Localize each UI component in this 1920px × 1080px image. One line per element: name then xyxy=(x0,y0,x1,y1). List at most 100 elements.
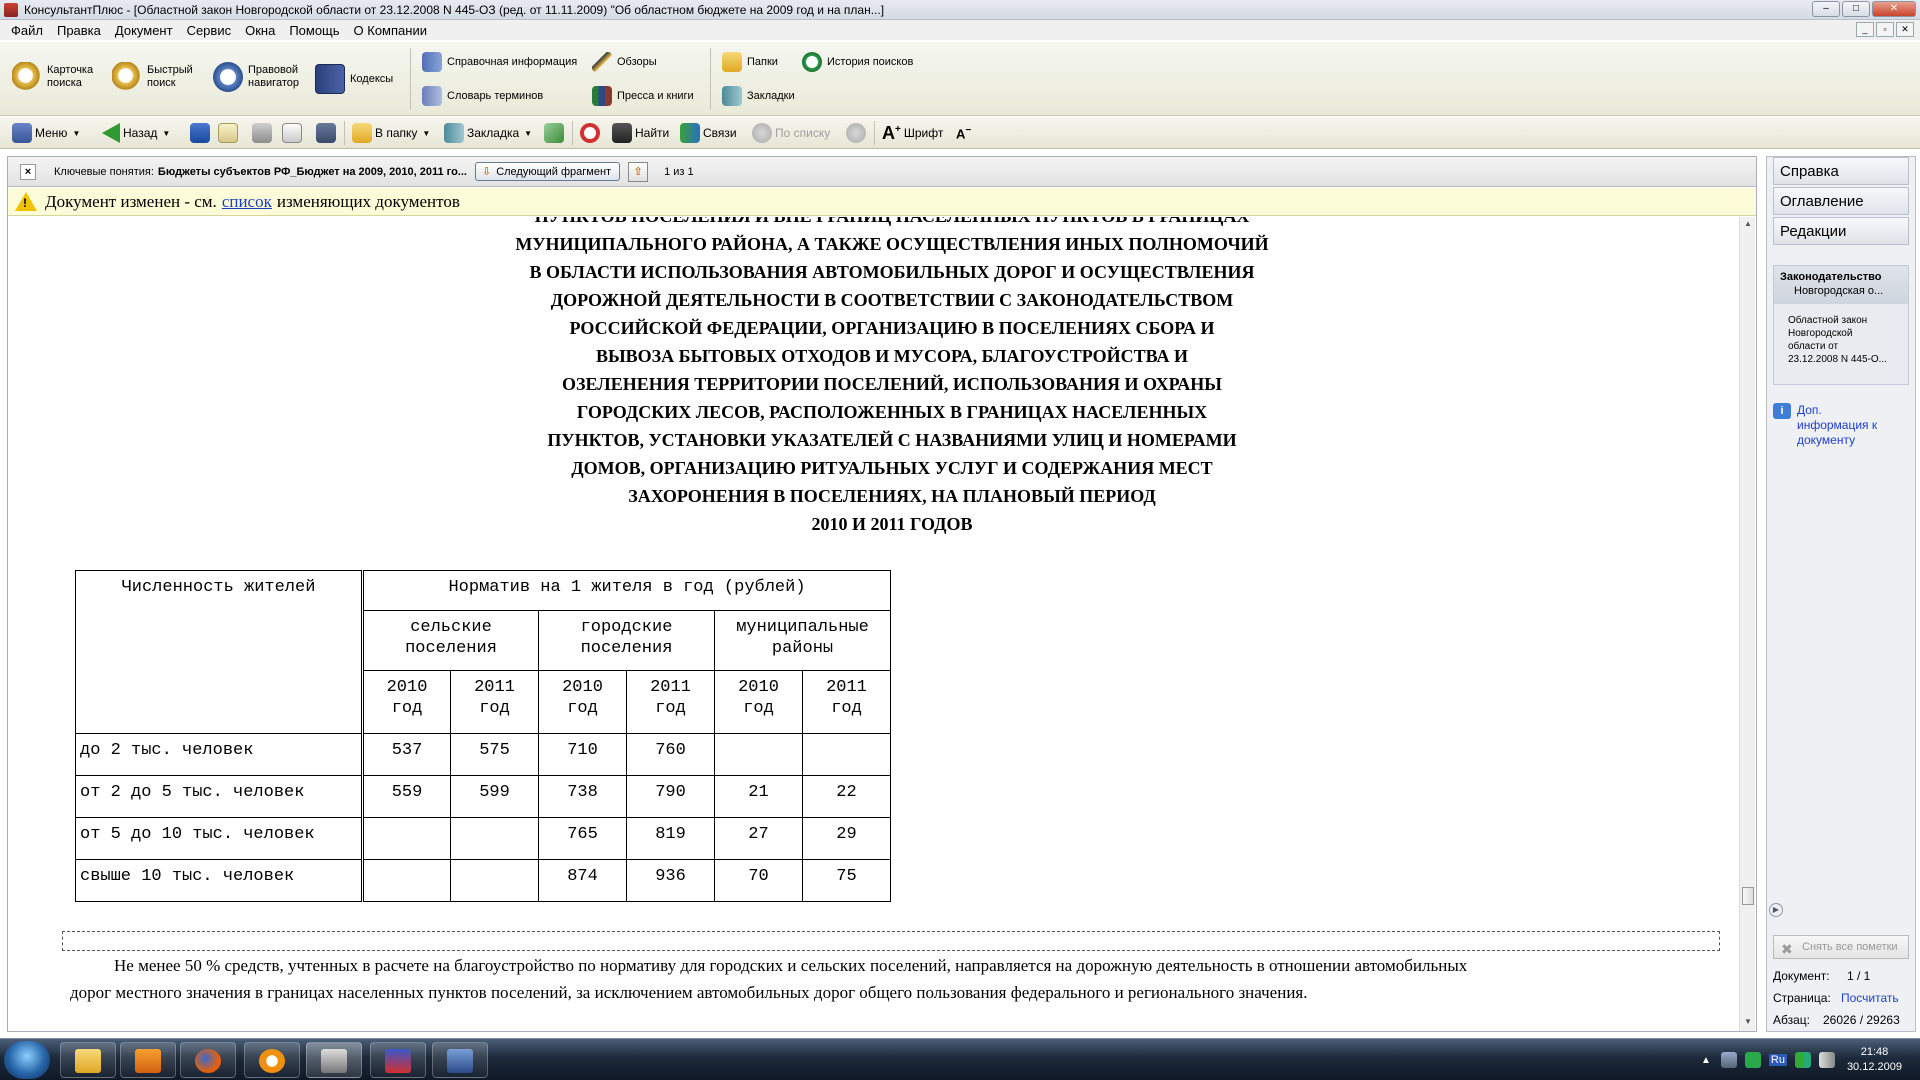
tab-editions[interactable]: Редакции xyxy=(1773,217,1909,245)
table-cell-value xyxy=(362,817,451,860)
previous-fragment-button[interactable]: ⇧ xyxy=(628,161,649,182)
font-increase-button[interactable]: A+ Шрифт xyxy=(882,122,943,144)
folders-button[interactable]: Папки xyxy=(722,52,778,72)
legal-navigator-button[interactable]: Правовой навигатор xyxy=(213,62,299,92)
table-header-rural: сельские поселения xyxy=(362,610,539,671)
reference-info-button[interactable]: Справочная информация xyxy=(422,52,577,72)
menu-document[interactable]: Документ xyxy=(108,23,180,38)
printer-icon xyxy=(252,123,272,143)
keywords-label: Ключевые понятия: xyxy=(54,165,154,178)
connection-arrows-icon[interactable] xyxy=(1794,1052,1811,1068)
links-button[interactable]: Связи xyxy=(680,122,737,144)
document-counter: Документ: 1 / 1 xyxy=(1773,969,1871,983)
minimize-button[interactable]: – xyxy=(1812,1,1840,17)
additional-info-link[interactable]: i Доп. информация к документу xyxy=(1773,403,1877,448)
taskbar-media-player[interactable] xyxy=(120,1042,176,1078)
info-bank-card[interactable]: Законодательство Новгородская о... Облас… xyxy=(1773,265,1909,385)
doc-minimize-button[interactable]: _ xyxy=(1856,22,1874,37)
info-bank-region: Новгородская о... xyxy=(1794,285,1884,297)
heading-line: ОЗЕЛЕНЕНИЯ ТЕРРИТОРИИ ПОСЕЛЕНИЙ, ИСПОЛЬЗ… xyxy=(562,374,1222,394)
font-decrease-button[interactable]: A− xyxy=(956,122,971,144)
list-up-button[interactable] xyxy=(846,122,866,144)
preview-button[interactable] xyxy=(282,122,302,144)
table-cell-value: 765 xyxy=(538,817,627,860)
main-toolbar: Карточка поиска Быстрый поиск Правовой н… xyxy=(0,42,1920,116)
menu-file[interactable]: Файл xyxy=(4,23,50,38)
menu-windows[interactable]: Окна xyxy=(238,23,282,38)
doc-close-button[interactable]: ✕ xyxy=(1896,22,1914,37)
window-title-bar[interactable]: КонсультантПлюс - [Областной закон Новго… xyxy=(0,0,1920,20)
arrow-left-icon xyxy=(102,123,120,143)
bookmark-icon xyxy=(722,86,742,106)
taskbar-consultant-plus[interactable] xyxy=(306,1042,362,1078)
table-cell-value: 710 xyxy=(538,733,627,776)
table-cell-value: 29 xyxy=(802,817,891,860)
menu-about-company[interactable]: О Компании xyxy=(347,23,434,38)
taskbar-remote-app[interactable] xyxy=(432,1042,488,1078)
save-button[interactable] xyxy=(316,122,336,144)
taskbar-save-app[interactable] xyxy=(370,1042,426,1078)
table-header-norm: Норматив на 1 жителя в год (рублей) xyxy=(362,570,891,611)
show-hidden-icons-button[interactable]: ▲ xyxy=(1701,1055,1711,1066)
panel-collapse-arrow-icon[interactable]: ▶ xyxy=(1769,903,1783,917)
codes-button[interactable]: Кодексы xyxy=(315,64,393,94)
table-cell-population: свыше 10 тыс. человек xyxy=(75,859,364,902)
scrollbar-thumb[interactable] xyxy=(1742,887,1754,905)
reviews-button[interactable]: Обзоры xyxy=(592,52,657,72)
scroll-down-icon[interactable]: ▼ xyxy=(1742,1017,1754,1029)
bookmark-button[interactable]: Закладка ▼ xyxy=(444,122,532,144)
clear-marks-button[interactable] xyxy=(580,122,600,144)
next-fragment-button[interactable]: ⇩ Следующий фрагмент xyxy=(474,162,621,181)
table-header-year: 2011 год xyxy=(450,670,539,734)
tab-reference[interactable]: Справка xyxy=(1773,157,1909,185)
document-text-area[interactable]: ПУНКТОВ ПОСЕЛЕНИЯ И ВНЕ ГРАНИЦ НАСЕЛЕННЫ… xyxy=(8,217,1738,1031)
language-indicator[interactable]: Ru xyxy=(1768,1054,1787,1066)
table-cell-value: 537 xyxy=(362,733,451,776)
count-pages-link[interactable]: Посчитать xyxy=(1841,991,1899,1005)
section-heading: ПУНКТОВ ПОСЕЛЕНИЯ И ВНЕ ГРАНИЦ НАСЕЛЕННЫ… xyxy=(8,217,1738,538)
close-window-button[interactable]: ✕ xyxy=(1872,1,1916,17)
doc-restore-button[interactable]: ▫ xyxy=(1876,22,1894,37)
document-scrollbar[interactable]: ▲ ▼ xyxy=(1739,217,1755,1031)
taskbar-firefox[interactable] xyxy=(180,1042,236,1078)
glossary-button[interactable]: Словарь терминов xyxy=(422,86,543,106)
table-cell-value: 575 xyxy=(450,733,539,776)
to-folder-button[interactable]: В папку ▼ xyxy=(352,122,430,144)
no-entry-icon xyxy=(580,123,600,143)
menu-edit[interactable]: Правка xyxy=(50,23,108,38)
books-icon xyxy=(592,86,612,106)
keywords-bar: × Ключевые понятия: Бюджеты субъектов РФ… xyxy=(8,157,1756,187)
card-search-button[interactable]: Карточка поиска xyxy=(12,62,93,92)
by-list-button[interactable]: По списку xyxy=(752,122,830,144)
back-button[interactable]: Назад ▼ xyxy=(102,122,170,144)
table-cell-value: 75 xyxy=(802,859,891,902)
menu-service[interactable]: Сервис xyxy=(180,23,239,38)
print-button[interactable] xyxy=(252,122,272,144)
menu-dropdown-button[interactable]: Меню ▼ xyxy=(12,122,80,144)
volume-icon[interactable] xyxy=(1818,1052,1835,1068)
edit-marks-button[interactable] xyxy=(544,122,564,144)
clock[interactable]: 21:48 30.12.2009 xyxy=(1847,1045,1902,1075)
menu-help[interactable]: Помощь xyxy=(282,23,346,38)
export-email-button[interactable] xyxy=(218,122,238,144)
tray-green-icon[interactable] xyxy=(1744,1052,1761,1068)
close-keywords-button[interactable]: × xyxy=(20,163,36,180)
scroll-up-icon[interactable]: ▲ xyxy=(1742,219,1754,231)
network-icon[interactable] xyxy=(1720,1052,1737,1068)
taskbar-mail-agent[interactable] xyxy=(244,1042,300,1078)
search-history-button[interactable]: История поисков xyxy=(802,52,913,72)
changing-documents-link[interactable]: список xyxy=(222,192,272,212)
tab-contents[interactable]: Оглавление xyxy=(1773,187,1909,215)
fragment-counter: 1 из 1 xyxy=(664,165,694,178)
quick-search-button[interactable]: Быстрый поиск xyxy=(112,62,193,92)
taskbar-explorer[interactable] xyxy=(60,1042,116,1078)
remove-all-marks-button[interactable]: Снять все пометки xyxy=(1773,935,1909,959)
bookmarks-button[interactable]: Закладки xyxy=(722,86,795,106)
press-books-button[interactable]: Пресса и книги xyxy=(592,86,694,106)
find-button[interactable]: Найти xyxy=(612,122,669,144)
word-icon xyxy=(190,123,210,143)
maximize-button[interactable]: □ xyxy=(1842,1,1870,17)
export-word-button[interactable] xyxy=(190,122,210,144)
at-sign-icon xyxy=(259,1049,285,1073)
start-button[interactable] xyxy=(4,1041,50,1079)
